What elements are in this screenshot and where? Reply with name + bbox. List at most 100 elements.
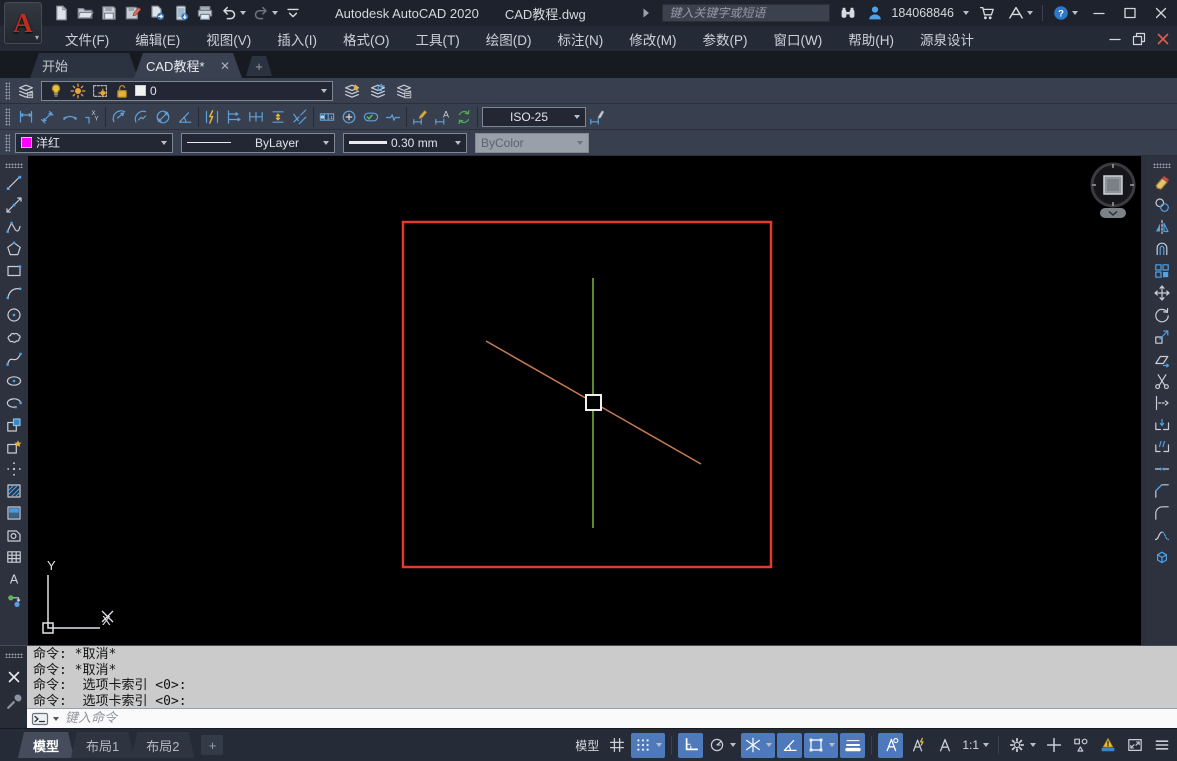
- polyline-button[interactable]: [2, 216, 26, 237]
- layer-on-icon[interactable]: [47, 82, 65, 100]
- layer-states-button[interactable]: [393, 81, 415, 101]
- layer-previous-button[interactable]: [367, 81, 389, 101]
- rectangle-button[interactable]: [2, 260, 26, 281]
- point-button[interactable]: [2, 458, 26, 479]
- redo-caret-icon[interactable]: [272, 11, 278, 15]
- menu-item-11[interactable]: 窗口(W): [761, 26, 836, 51]
- annotation-scale-value-button[interactable]: 1:1: [959, 733, 992, 758]
- user-menu-caret-icon[interactable]: [963, 11, 969, 15]
- fillet-button[interactable]: [1150, 502, 1174, 523]
- snap-mode-caret-icon[interactable]: [656, 743, 663, 747]
- menu-item-9[interactable]: 修改(M): [616, 26, 689, 51]
- layer-thaw-icon[interactable]: [69, 82, 87, 100]
- dim-ordinate-button[interactable]: XY: [81, 107, 103, 127]
- dim-aligned-button[interactable]: [37, 107, 59, 127]
- menu-item-13[interactable]: 源泉设计: [907, 26, 987, 51]
- navigation-wheel[interactable]: [1090, 162, 1136, 208]
- doc-close-button[interactable]: [1151, 28, 1175, 50]
- table-button[interactable]: [2, 546, 26, 567]
- dim-baseline-button[interactable]: [223, 107, 245, 127]
- toolbar-grip[interactable]: [5, 107, 10, 126]
- polar-tracking-caret-icon[interactable]: [730, 743, 737, 747]
- break-at-point-button[interactable]: [1150, 414, 1174, 435]
- new-drawing-tab-button[interactable]: +: [246, 56, 272, 76]
- color-combobox[interactable]: 洋红: [15, 132, 173, 153]
- join-button[interactable]: [1150, 458, 1174, 479]
- insert-block-button[interactable]: [2, 414, 26, 435]
- hatch-button[interactable]: [2, 480, 26, 501]
- isodraft-button[interactable]: [777, 732, 803, 758]
- region-button[interactable]: [2, 524, 26, 545]
- revision-cloud-button[interactable]: [2, 326, 26, 347]
- customization-button[interactable]: [1149, 733, 1174, 758]
- layout-tab-模型[interactable]: 模型: [18, 732, 74, 758]
- save-as-button[interactable]: [122, 3, 144, 23]
- spline-button[interactable]: [2, 348, 26, 369]
- menu-item-4[interactable]: 插入(I): [264, 26, 330, 51]
- command-prompt-icon[interactable]: [31, 710, 49, 728]
- object-snap-caret-icon[interactable]: [829, 743, 836, 747]
- minimize-button[interactable]: [1087, 2, 1111, 24]
- annotation-autoscale-button[interactable]: [905, 733, 930, 758]
- clean-screen-button[interactable]: [1068, 733, 1093, 758]
- dim-arclength-button[interactable]: [59, 107, 81, 127]
- workspace-switching-caret-icon[interactable]: [1030, 743, 1036, 747]
- mirror-button[interactable]: [1150, 216, 1174, 237]
- menu-item-6[interactable]: 工具(T): [403, 26, 473, 51]
- open-file-button[interactable]: [74, 3, 96, 23]
- save-button[interactable]: [98, 3, 120, 23]
- dim-continue-button[interactable]: [245, 107, 267, 127]
- gradient-button[interactable]: [2, 502, 26, 523]
- layer-color-swatch[interactable]: [135, 85, 146, 96]
- file-tab-active[interactable]: CAD教程* ✕: [134, 53, 242, 78]
- linetype-combo-caret-icon[interactable]: [323, 140, 329, 145]
- user-id[interactable]: 184068846: [891, 6, 954, 20]
- break-button[interactable]: [1150, 436, 1174, 457]
- open-from-web-button[interactable]: [146, 3, 168, 23]
- copy-button[interactable]: [1150, 194, 1174, 215]
- ortho-mode-button[interactable]: [678, 732, 704, 758]
- lineweight-display-button[interactable]: [840, 732, 866, 758]
- grid-display-button[interactable]: [604, 733, 629, 758]
- move-button[interactable]: [1150, 282, 1174, 303]
- linetype-combobox[interactable]: ByLayer: [181, 132, 335, 153]
- menu-item-2[interactable]: 编辑(E): [122, 26, 193, 51]
- menu-item-5[interactable]: 格式(O): [330, 26, 403, 51]
- erase-button[interactable]: [1150, 172, 1174, 193]
- polygon-button[interactable]: [2, 238, 26, 259]
- undo-caret-icon[interactable]: [240, 11, 246, 15]
- isolate-objects-button[interactable]: [1041, 733, 1066, 758]
- layer-properties-button[interactable]: [15, 81, 37, 101]
- model-space-view[interactable]: Y X: [28, 156, 1141, 645]
- menu-item-10[interactable]: 参数(P): [690, 26, 761, 51]
- offset-button[interactable]: [1150, 238, 1174, 259]
- undo-button[interactable]: [218, 3, 248, 23]
- recent-commands-caret-icon[interactable]: [53, 716, 59, 721]
- trim-button[interactable]: [1150, 370, 1174, 391]
- array-button[interactable]: [1150, 260, 1174, 281]
- tolerance-button[interactable]: .1: [316, 107, 338, 127]
- doc-restore-button[interactable]: [1127, 28, 1151, 50]
- annotation-scale-value-caret-icon[interactable]: [983, 743, 989, 747]
- file-tab[interactable]: 开始: [30, 53, 138, 78]
- command-line-close-button[interactable]: [3, 667, 25, 687]
- command-line-customize-button[interactable]: [3, 692, 25, 712]
- toolbar-grip[interactable]: [5, 81, 10, 100]
- dim-diameter-button[interactable]: [152, 107, 174, 127]
- dim-angular-button[interactable]: [174, 107, 196, 127]
- search-input[interactable]: [662, 4, 831, 22]
- arc-button[interactable]: [2, 282, 26, 303]
- annotation-scale-button[interactable]: [932, 733, 957, 758]
- graphics-performance-button[interactable]: [1095, 733, 1120, 758]
- new-layout-button[interactable]: +: [201, 735, 224, 755]
- blend-curves-button[interactable]: [1150, 524, 1174, 545]
- circle-button[interactable]: [2, 304, 26, 325]
- dim-inspect-button[interactable]: [360, 107, 382, 127]
- menu-item-7[interactable]: 绘图(D): [473, 26, 545, 51]
- new-file-button[interactable]: [50, 3, 72, 23]
- search-button[interactable]: [837, 3, 859, 23]
- object-snap-button[interactable]: [804, 732, 839, 758]
- scale-button[interactable]: [1150, 326, 1174, 347]
- app-store-button[interactable]: [976, 3, 998, 23]
- drawing-canvas[interactable]: Y X: [28, 156, 1141, 645]
